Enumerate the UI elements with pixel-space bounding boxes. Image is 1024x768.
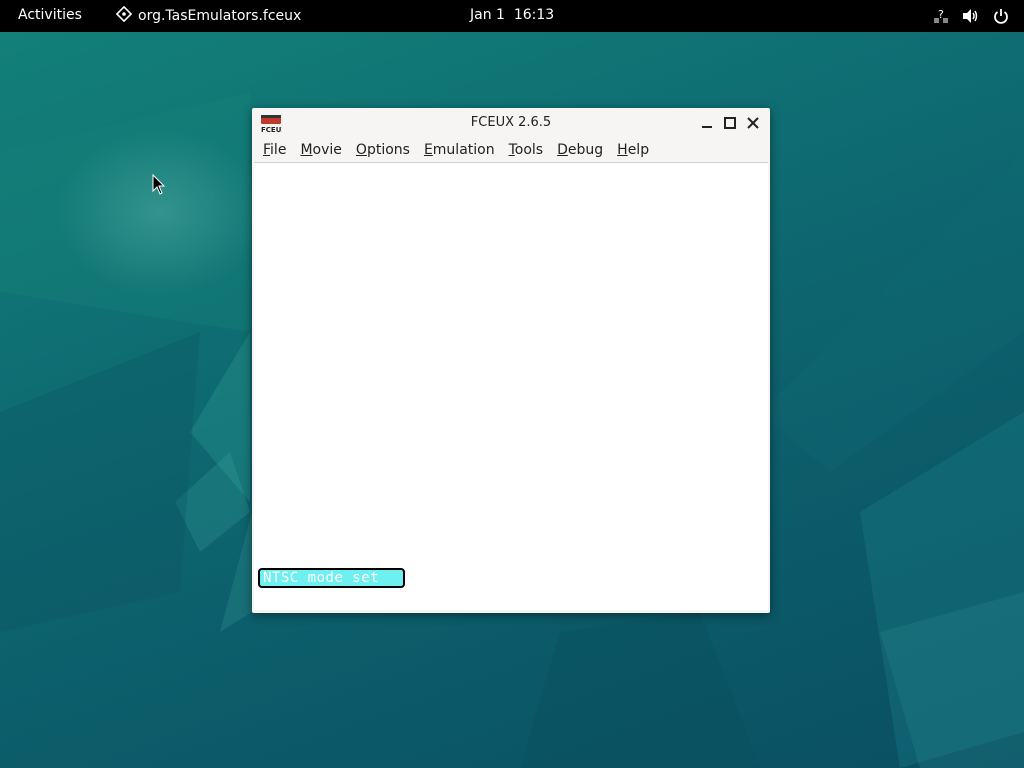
window-title: FCEUX 2.6.5 <box>470 115 552 130</box>
menu-movie-rest: ovie <box>312 142 342 158</box>
menu-tools-rest: ools <box>514 142 544 158</box>
menu-options[interactable]: Options <box>349 139 417 161</box>
minimize-button[interactable] <box>698 114 716 132</box>
menu-debug-rest: ebug <box>567 142 604 158</box>
menu-emulation[interactable]: Emulation <box>417 139 502 161</box>
emulator-viewport[interactable]: NTSC mode set <box>254 162 768 610</box>
menu-file[interactable]: File <box>256 139 293 161</box>
maximize-button[interactable] <box>721 114 739 132</box>
menu-movie[interactable]: Movie <box>293 139 348 161</box>
menu-file-rest: ile <box>270 142 287 158</box>
osd-message: NTSC mode set <box>258 568 405 588</box>
menu-emulation-rest: mulation <box>432 142 495 158</box>
close-button[interactable] <box>744 114 762 132</box>
menu-bar: File Movie Options Emulation Tools Debug… <box>256 138 656 162</box>
menu-tools[interactable]: Tools <box>502 139 551 161</box>
menu-help[interactable]: Help <box>610 139 656 161</box>
menu-debug[interactable]: Debug <box>550 139 610 161</box>
top-bar: Activities org.TasEmulators.fceux Jan 1 … <box>0 0 1024 32</box>
volume-icon[interactable] <box>962 6 980 26</box>
mouse-cursor-icon <box>152 173 166 200</box>
power-icon[interactable] <box>992 6 1010 26</box>
window-titlebar[interactable]: FCEUX FCEUX 2.6.5 <box>252 108 770 138</box>
app-menu-label: org.TasEmulators.fceux <box>138 8 302 24</box>
svg-text:?: ? <box>938 8 944 21</box>
menu-options-rest: ptions <box>366 142 410 158</box>
system-tray[interactable]: ? <box>932 6 1010 26</box>
menu-help-rest: elp <box>627 142 650 158</box>
activities-button[interactable]: Activities <box>18 7 82 23</box>
clock[interactable]: Jan 1 16:13 <box>470 7 554 23</box>
app-menu-icon <box>115 5 133 26</box>
app-menu[interactable]: org.TasEmulators.fceux <box>115 5 302 26</box>
network-unknown-icon[interactable]: ? <box>932 6 950 26</box>
fceux-window: FCEUX FCEUX 2.6.5 File Movie Options Emu… <box>252 108 770 613</box>
